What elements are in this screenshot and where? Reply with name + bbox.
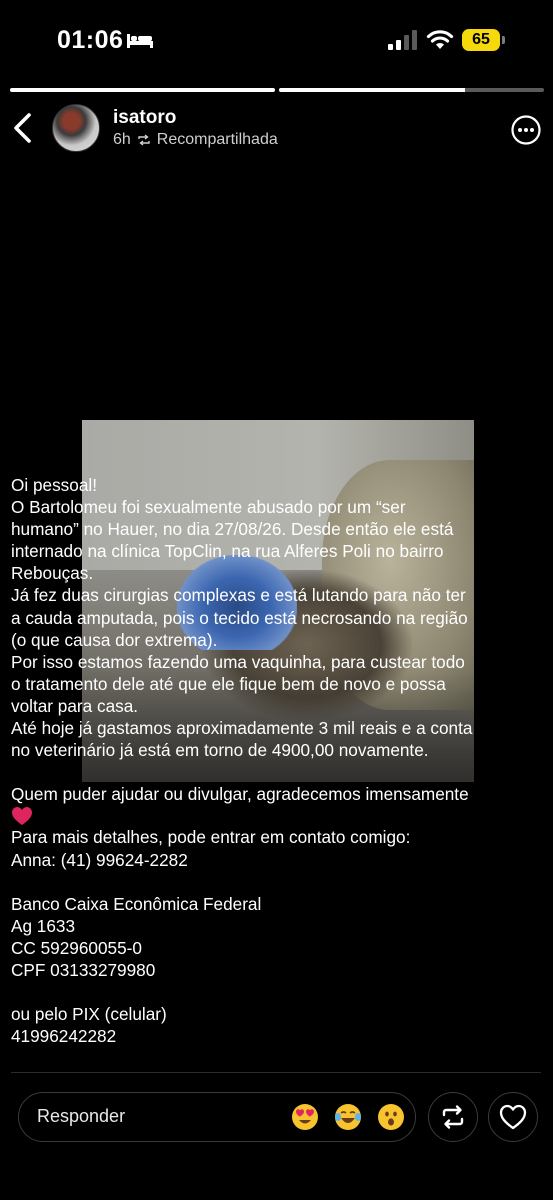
story-text-block-2: Quem puder ajudar ou divulgar, agradecem…: [11, 783, 541, 805]
story-progress-2-fill: [279, 88, 465, 92]
battery-icon: 65: [462, 29, 506, 51]
story-meta: 6h Recompartilhada: [113, 131, 278, 149]
story-text-line: 41996242282: [11, 1026, 117, 1047]
repost-small-icon: [138, 134, 150, 146]
back-chevron-icon[interactable]: [10, 112, 36, 144]
story-text-line: CPF 03133279980: [11, 959, 156, 980]
heart-eyes-emoji[interactable]: [291, 1103, 319, 1131]
story-text-line: Já fez duas cirurgias complexas e está l…: [11, 585, 466, 606]
red-heart-emoji: [12, 807, 32, 826]
story-text-line: Banco Caixa Econômica Federal: [11, 893, 262, 914]
story-text-line: Quem puder ajudar ou divulgar, agradecem…: [11, 784, 469, 805]
story-text-line: no veterinário já está em torno de 4900,…: [11, 740, 429, 761]
reply-divider: [11, 1072, 541, 1073]
heart-outline-icon: [499, 1104, 527, 1130]
story-progress-1: [10, 88, 275, 92]
story-text-line: ou pelo PIX (celular): [11, 1004, 167, 1025]
story-text-line: a cauda amputada, pois o tecido está nec…: [11, 607, 468, 628]
battery-tip: [502, 36, 505, 44]
story-text-line: Ag 1633: [11, 915, 76, 936]
wifi-icon: [426, 30, 454, 49]
story-text: Oi pessoal! O Bartolomeu foi sexualmente …: [11, 474, 541, 1047]
repost-button[interactable]: [428, 1092, 478, 1142]
story-text-line: Por isso estamos fazendo uma vaquinha, p…: [11, 651, 465, 672]
avatar[interactable]: [52, 104, 100, 152]
like-button[interactable]: [488, 1092, 538, 1142]
story-text-line: o tratamento dele até que ele fique bem …: [11, 673, 446, 694]
reply-input[interactable]: Responder: [18, 1092, 416, 1142]
story-text-block-3: Para mais detalhes, pode entrar em conta…: [11, 826, 541, 870]
surprised-emoji[interactable]: [377, 1103, 405, 1131]
more-options-icon[interactable]: [510, 114, 542, 146]
reply-placeholder: Responder: [37, 1106, 126, 1126]
battery-level: 65: [462, 29, 500, 51]
story-text-block-1: Oi pessoal! O Bartolomeu foi sexualmente …: [11, 474, 541, 761]
story-text-line: Para mais detalhes, pode entrar em conta…: [11, 827, 411, 848]
repost-icon: [442, 1105, 464, 1129]
story-text-line: Rebouças.: [11, 563, 94, 584]
story-text-line: voltar para casa.: [11, 695, 139, 716]
story-text-line: Anna: (41) 99624-2282: [11, 849, 188, 870]
story-text-block-4: Banco Caixa Econômica Federal Ag 1633 CC 5…: [11, 893, 541, 981]
story-username[interactable]: isatoro: [113, 107, 176, 129]
laughing-tears-emoji[interactable]: [334, 1103, 362, 1131]
story-age: 6h: [113, 131, 131, 148]
story-text-line: internado na clínica TopClin, na rua Alf…: [11, 541, 444, 562]
repost-label: Recompartilhada: [156, 131, 278, 148]
story-progress-2: [279, 88, 544, 92]
signal-icon: [388, 30, 417, 50]
story-text-line: CC 592960055-0: [11, 937, 142, 958]
status-time: 01:06: [57, 26, 124, 54]
story-text-line: Até hoje já gastamos aproximadamente 3 m…: [11, 718, 473, 739]
story-text-line: humano” no Hauer, no dia 27/08/26. Desde…: [11, 519, 454, 540]
bed-icon: [127, 34, 153, 48]
story-progress-1-fill: [10, 88, 275, 92]
story-text-line: Oi pessoal!: [11, 475, 97, 495]
story-text-line: (o que causa dor extrema).: [11, 629, 218, 650]
status-bar: 01:06 65: [0, 0, 553, 80]
story-text-line: O Bartolomeu foi sexualmente abusado por…: [11, 497, 406, 518]
story-text-block-5: ou pelo PIX (celular) 41996242282: [11, 1003, 541, 1047]
